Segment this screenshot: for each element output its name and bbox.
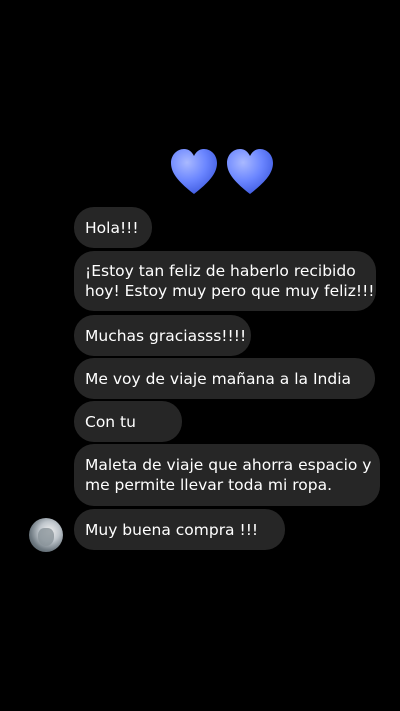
message-text: me permite llevar toda mi ropa. bbox=[85, 476, 333, 494]
message-text: Muy buena compra !!! bbox=[85, 520, 259, 539]
message-bubble[interactable]: ¡Estoy tan feliz de haberlo recibido hoy… bbox=[74, 251, 376, 311]
message-text: Muchas graciasss!!!! bbox=[85, 326, 247, 345]
message-text: Con tu bbox=[85, 412, 136, 431]
sender-avatar[interactable] bbox=[29, 518, 63, 552]
message-bubble[interactable]: Muy buena compra !!! bbox=[74, 509, 285, 550]
message-text: Maleta de viaje que ahorra espacio y bbox=[85, 456, 372, 474]
message-bubble[interactable]: Maleta de viaje que ahorra espacio y me … bbox=[74, 444, 380, 506]
avatar-image bbox=[38, 528, 54, 546]
message-text: hoy! Estoy muy pero que muy feliz!!! bbox=[85, 282, 375, 300]
blue-heart-icon bbox=[227, 149, 273, 194]
message-bubble[interactable]: Me voy de viaje mañana a la India bbox=[74, 358, 375, 399]
message-text: ¡Estoy tan feliz de haberlo recibido bbox=[85, 262, 356, 280]
message-text: Hola!!! bbox=[85, 218, 139, 237]
blue-hearts-emoji bbox=[168, 146, 278, 204]
blue-heart-icon bbox=[171, 149, 217, 194]
message-bubble[interactable]: Con tu bbox=[74, 401, 182, 442]
message-bubble[interactable]: Muchas graciasss!!!! bbox=[74, 315, 251, 356]
message-text: Me voy de viaje mañana a la India bbox=[85, 369, 352, 388]
message-bubble[interactable]: Hola!!! bbox=[74, 207, 152, 248]
